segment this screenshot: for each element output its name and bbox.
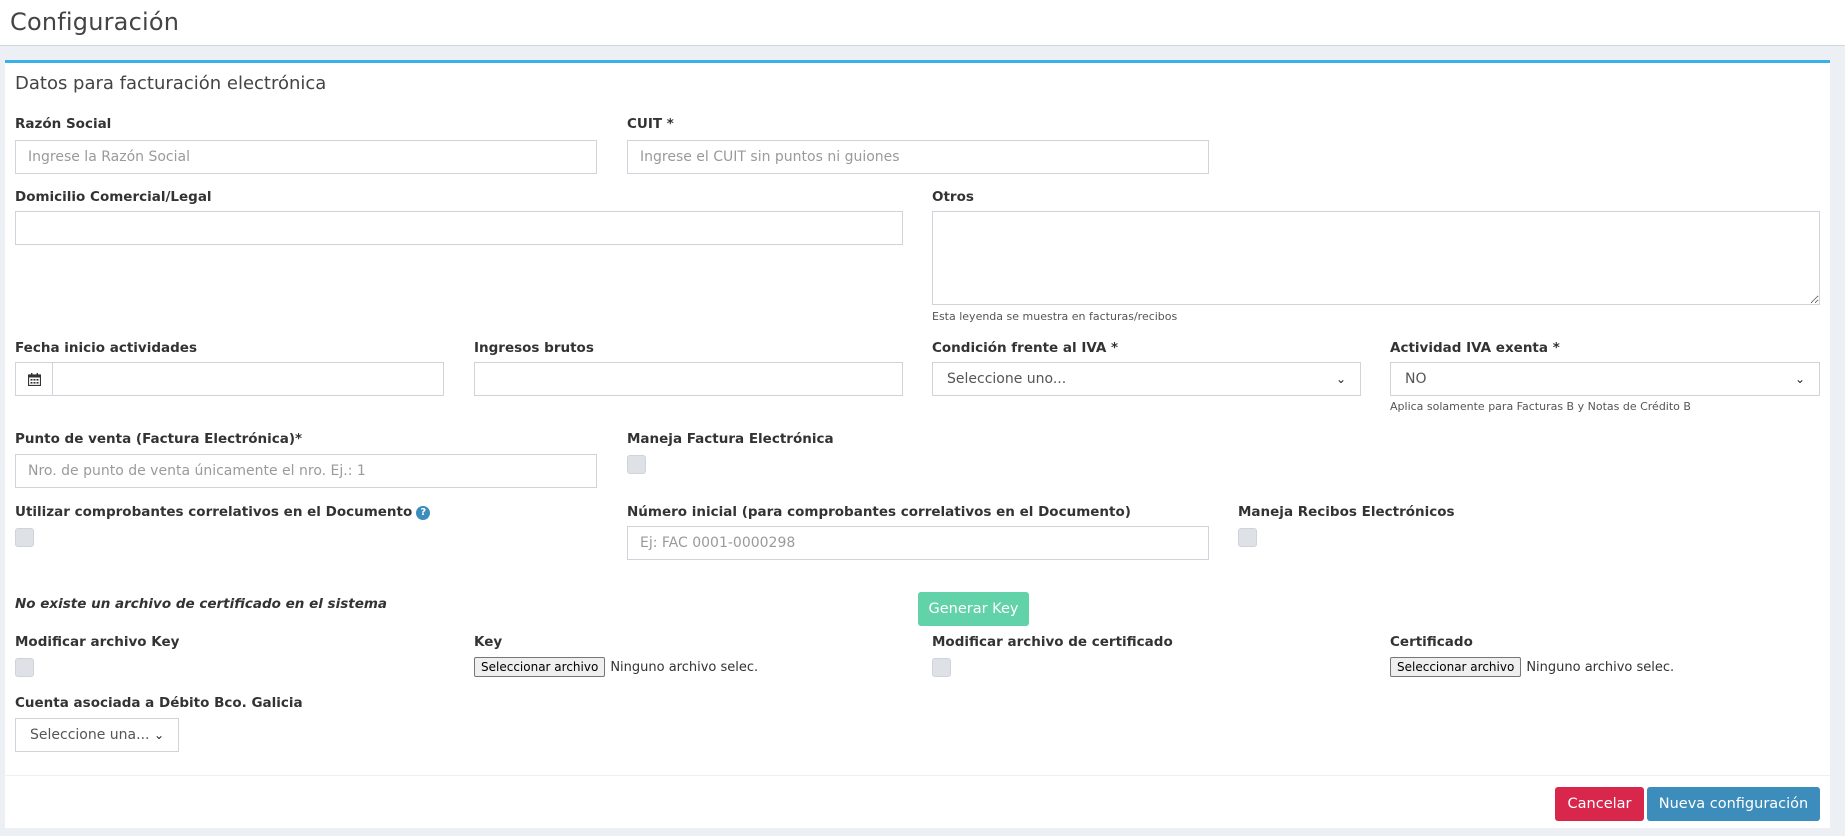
numero-inicial-label: Número inicial (para comprobantes correl… [627, 504, 1131, 520]
calendar-icon[interactable] [15, 362, 53, 396]
certificado-note: No existe un archivo de certificado en e… [15, 596, 388, 612]
otros-label: Otros [932, 189, 974, 205]
cuit-input[interactable] [627, 140, 1209, 174]
maneja-factura-label: Maneja Factura Electrónica [627, 431, 834, 447]
razon-social-label: Razón Social [15, 116, 112, 132]
question-icon[interactable]: ? [416, 506, 431, 520]
certificado-file-status: Ninguno archivo selec. [1526, 659, 1675, 675]
condicion-iva-select[interactable]: Seleccione uno... ⌄ [932, 362, 1361, 396]
cuenta-debito-select[interactable]: Seleccione una... ⌄ [15, 718, 179, 752]
box-title: Datos para facturación electrónica [15, 73, 327, 94]
condicion-iva-label: Condición frente al IVA * [932, 340, 1119, 356]
submit-button[interactable]: Nueva configuración [1647, 787, 1820, 821]
punto-venta-label: Punto de venta (Factura Electrónica)* [15, 431, 303, 447]
cancel-button[interactable]: Cancelar [1555, 787, 1644, 821]
page-title: Configuración [10, 8, 180, 36]
certificado-file-label: Certificado [1390, 634, 1473, 650]
ingresos-brutos-label: Ingresos brutos [474, 340, 594, 356]
cuit-label: CUIT * [627, 116, 674, 132]
condicion-iva-selected: Seleccione uno... [947, 371, 1067, 387]
comprobantes-correlativos-text: Utilizar comprobantes correlativos en el… [15, 504, 413, 520]
modificar-key-label: Modificar archivo Key [15, 634, 180, 650]
modificar-key-checkbox[interactable] [15, 658, 34, 677]
config-box: Datos para facturación electrónica Razón… [5, 60, 1830, 828]
generar-key-button[interactable]: Generar Key [918, 592, 1029, 626]
key-file-input: Seleccionar archivo Ninguno archivo sele… [474, 657, 758, 677]
maneja-recibos-checkbox[interactable] [1238, 528, 1257, 547]
key-file-label: Key [474, 634, 503, 650]
certificado-file-select-button[interactable]: Seleccionar archivo [1390, 657, 1522, 677]
domicilio-input[interactable] [15, 211, 903, 245]
footer-divider [5, 775, 1830, 776]
actividad-iva-selected: NO [1405, 371, 1427, 387]
actividad-iva-select[interactable]: NO ⌄ [1390, 362, 1820, 396]
certificado-file-input: Seleccionar archivo Ninguno archivo sele… [1390, 657, 1674, 677]
maneja-recibos-label: Maneja Recibos Electrónicos [1238, 504, 1455, 520]
maneja-factura-checkbox[interactable] [627, 455, 646, 474]
punto-venta-input[interactable] [15, 454, 597, 488]
modificar-certificado-label: Modificar archivo de certificado [932, 634, 1173, 650]
key-file-status: Ninguno archivo selec. [610, 659, 759, 675]
numero-inicial-input[interactable] [627, 526, 1209, 560]
chevron-down-icon: ⌄ [1794, 372, 1805, 386]
chevron-down-icon: ⌄ [1335, 372, 1346, 386]
fecha-inicio-input[interactable] [52, 362, 444, 396]
page-header: Configuración [0, 0, 1845, 46]
comprobantes-correlativos-label: Utilizar comprobantes correlativos en el… [15, 504, 431, 520]
actividad-iva-label: Actividad IVA exenta * [1390, 340, 1560, 356]
cuenta-debito-selected: Seleccione una... [30, 727, 150, 743]
comprobantes-correlativos-checkbox[interactable] [15, 528, 34, 547]
modificar-certificado-checkbox[interactable] [932, 658, 951, 677]
razon-social-input[interactable] [15, 140, 597, 174]
chevron-down-icon: ⌄ [153, 728, 164, 742]
ingresos-brutos-input[interactable] [474, 362, 903, 396]
actividad-iva-help: Aplica solamente para Facturas B y Notas… [1390, 400, 1691, 413]
fecha-inicio-label: Fecha inicio actividades [15, 340, 197, 356]
cuenta-debito-label: Cuenta asociada a Débito Bco. Galicia [15, 695, 303, 711]
otros-help: Esta leyenda se muestra en facturas/reci… [932, 310, 1178, 323]
otros-textarea[interactable] [932, 211, 1820, 305]
key-file-select-button[interactable]: Seleccionar archivo [474, 657, 606, 677]
domicilio-label: Domicilio Comercial/Legal [15, 189, 212, 205]
